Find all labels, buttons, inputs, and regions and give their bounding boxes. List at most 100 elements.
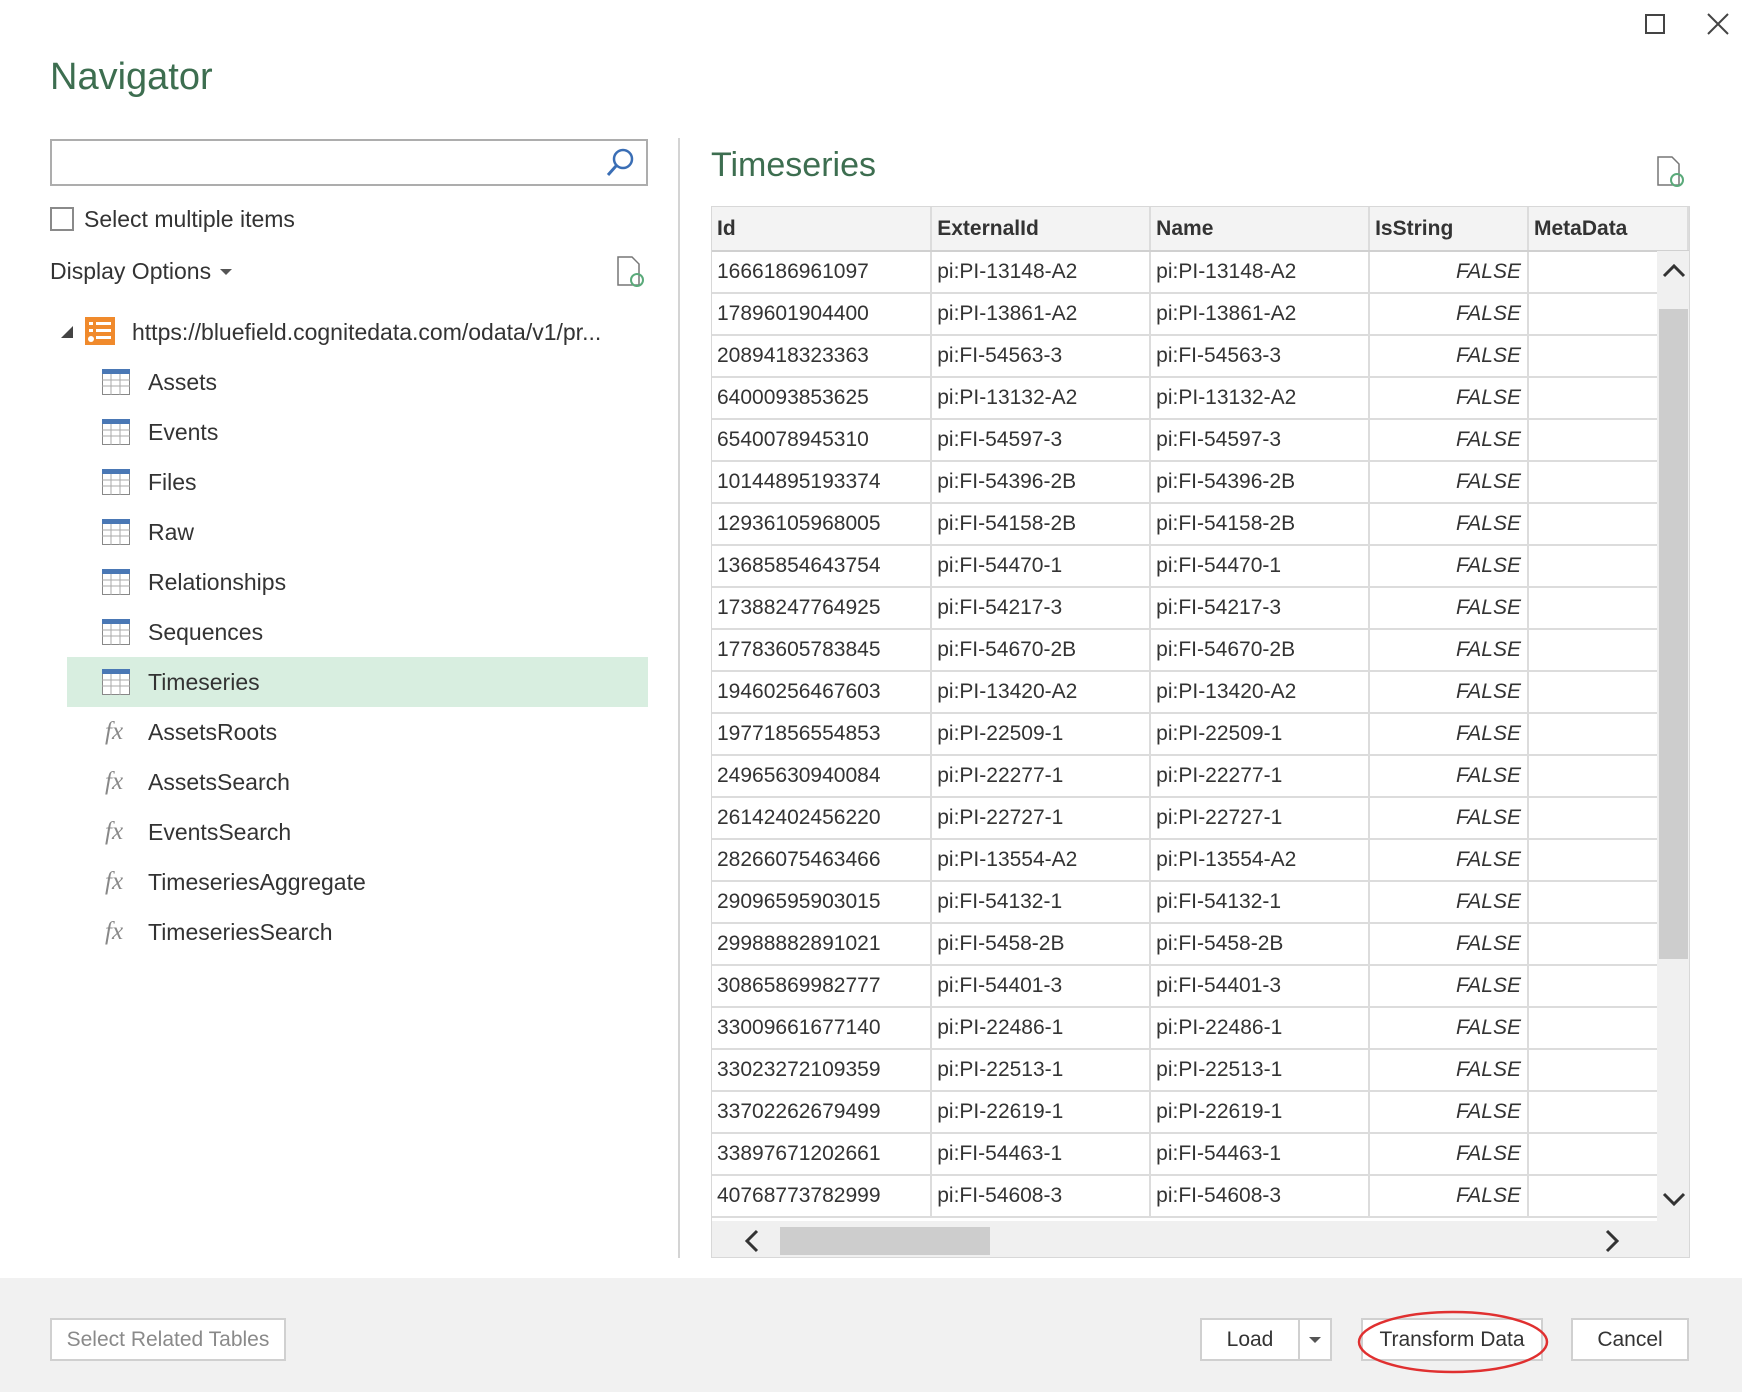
select-related-tables-button[interactable]: Select Related Tables [50,1318,286,1361]
tree-item-timeseriessearch[interactable]: fx TimeseriesSearch [67,907,648,957]
display-options-label: Display Options [50,258,212,284]
tree-root-source[interactable]: https://bluefield.cognitedata.com/odata/… [61,307,648,357]
table-cell: pi:PI-13554-A2 [931,839,1152,882]
table-cell: pi:FI-54158-2B [1150,503,1371,546]
scroll-up-icon[interactable] [1661,261,1687,281]
table-cell: pi:PI-22486-1 [931,1007,1152,1050]
scroll-down-icon[interactable] [1661,1189,1687,1209]
table-cell: pi:PI-22619-1 [931,1091,1152,1134]
table-cell: FALSE [1369,797,1529,840]
table-cell: 19460256467603 [712,671,933,714]
table-cell: 13685854643754 [712,545,933,588]
table-cell: pi:FI-5458-2B [931,923,1152,966]
vertical-scrollbar[interactable] [1657,251,1689,1221]
column-header-metadata[interactable]: MetaData [1528,207,1689,252]
table-cell: FALSE [1369,545,1529,588]
column-header-name[interactable]: Name [1150,207,1371,252]
column-header-isstring[interactable]: IsString [1369,207,1529,252]
table-cell: pi:FI-54470-1 [931,545,1152,588]
search-box[interactable] [50,139,648,186]
select-multiple-checkbox[interactable] [50,207,74,231]
tree-item-label: EventsSearch [148,818,292,845]
table-cell: pi:PI-22277-1 [1150,755,1371,798]
table-icon [102,569,130,595]
horizontal-scrollbar[interactable] [712,1221,1689,1257]
table-cell: pi:FI-54401-3 [1150,965,1371,1008]
table-cell: pi:FI-54597-3 [1150,419,1371,462]
function-icon: fx [105,768,124,795]
tree-item-label: Events [148,418,219,445]
refresh-preview-icon[interactable] [1655,155,1687,189]
tree-item-events[interactable]: Events [67,407,648,457]
tree-item-relationships[interactable]: Relationships [67,557,648,607]
tree-item-label: TimeseriesSearch [148,918,333,945]
scroll-right-icon[interactable] [1602,1228,1622,1254]
table-cell: 33023272109359 [712,1049,933,1092]
tree-item-files[interactable]: Files [67,457,648,507]
search-input[interactable] [52,141,592,184]
load-button[interactable]: Load [1200,1318,1300,1361]
search-icon[interactable] [604,147,636,179]
table-cell: 1789601904400 [712,293,933,336]
column-header-externalid[interactable]: ExternalId [931,207,1152,252]
odata-source-icon [85,317,115,345]
table-cell: pi:FI-54463-1 [1150,1133,1371,1176]
table-cell: 33897671202661 [712,1133,933,1176]
table-cell: pi:FI-54670-2B [1150,629,1371,672]
refresh-file-icon[interactable] [615,255,647,289]
table-cell: FALSE [1369,377,1529,420]
close-icon [1707,13,1729,35]
transform-data-button[interactable]: Transform Data [1361,1318,1543,1361]
cancel-button[interactable]: Cancel [1571,1318,1689,1361]
table-row: 29096595903015 pi:FI-54132-1 pi:FI-54132-1… [712,881,1689,924]
table-cell: FALSE [1369,713,1529,756]
function-icon: fx [105,718,124,745]
expand-triangle-icon[interactable] [59,324,75,340]
table-cell: pi:PI-13420-A2 [931,671,1152,714]
tree-item-eventssearch[interactable]: fx EventsSearch [67,807,648,857]
table-row: 17388247764925 pi:FI-54217-3 pi:FI-54217-3… [712,587,1689,630]
table-cell: pi:FI-54563-3 [931,335,1152,378]
tree-root-label: https://bluefield.cognitedata.com/odata/… [132,318,602,345]
table-cell: pi:PI-13554-A2 [1150,839,1371,882]
tree-item-timeseriesaggregate[interactable]: fx TimeseriesAggregate [67,857,648,907]
tree-item-assetssearch[interactable]: fx AssetsSearch [67,757,648,807]
tree-item-timeseries[interactable]: Timeseries [67,657,648,707]
maximize-button[interactable] [1638,8,1674,42]
table-cell: FALSE [1369,335,1529,378]
table-cell: 29096595903015 [712,881,933,924]
horizontal-scroll-thumb[interactable] [780,1227,990,1255]
table-cell: FALSE [1369,1133,1529,1176]
table-row: 30865869982777 pi:FI-54401-3 pi:FI-54401-3… [712,965,1689,1008]
dialog-title: Navigator [50,56,213,98]
close-button[interactable] [1700,8,1736,42]
table-cell: 24965630940084 [712,755,933,798]
tree-item-sequences[interactable]: Sequences [67,607,648,657]
load-dropdown-button[interactable] [1298,1318,1332,1361]
chevron-down-icon [220,268,233,275]
table-cell: pi:PI-13861-A2 [931,293,1152,336]
table-cell: pi:FI-54608-3 [931,1175,1152,1218]
tree-item-label: Sequences [148,618,264,645]
table-cell: FALSE [1369,839,1529,882]
table-cell: pi:PI-22277-1 [931,755,1152,798]
table-cell: pi:PI-22727-1 [1150,797,1371,840]
tree-item-assets[interactable]: Assets [67,357,648,407]
table-cell: FALSE [1369,629,1529,672]
table-cell: pi:FI-54608-3 [1150,1175,1371,1218]
table-row: 10144895193374 pi:FI-54396-2B pi:FI-54396-… [712,461,1689,504]
tree-item-label: Timeseries [148,668,260,695]
table-cell: pi:FI-54597-3 [931,419,1152,462]
tree-item-raw[interactable]: Raw [67,507,648,557]
table-cell: 17388247764925 [712,587,933,630]
table-cell: pi:FI-54217-3 [931,587,1152,630]
table-row: 1666186961097 pi:PI-13148-A2 pi:PI-13148-A… [712,251,1689,294]
table-cell: pi:PI-22619-1 [1150,1091,1371,1134]
tree-item-assetsroots[interactable]: fx AssetsRoots [67,707,648,757]
table-cell: 40768773782999 [712,1175,933,1218]
display-options-dropdown[interactable]: Display Options [50,258,241,285]
scroll-left-icon[interactable] [742,1228,762,1254]
table-cell: pi:PI-13148-A2 [1150,251,1371,294]
column-header-id[interactable]: Id [712,207,933,252]
vertical-scroll-thumb[interactable] [1659,309,1688,959]
